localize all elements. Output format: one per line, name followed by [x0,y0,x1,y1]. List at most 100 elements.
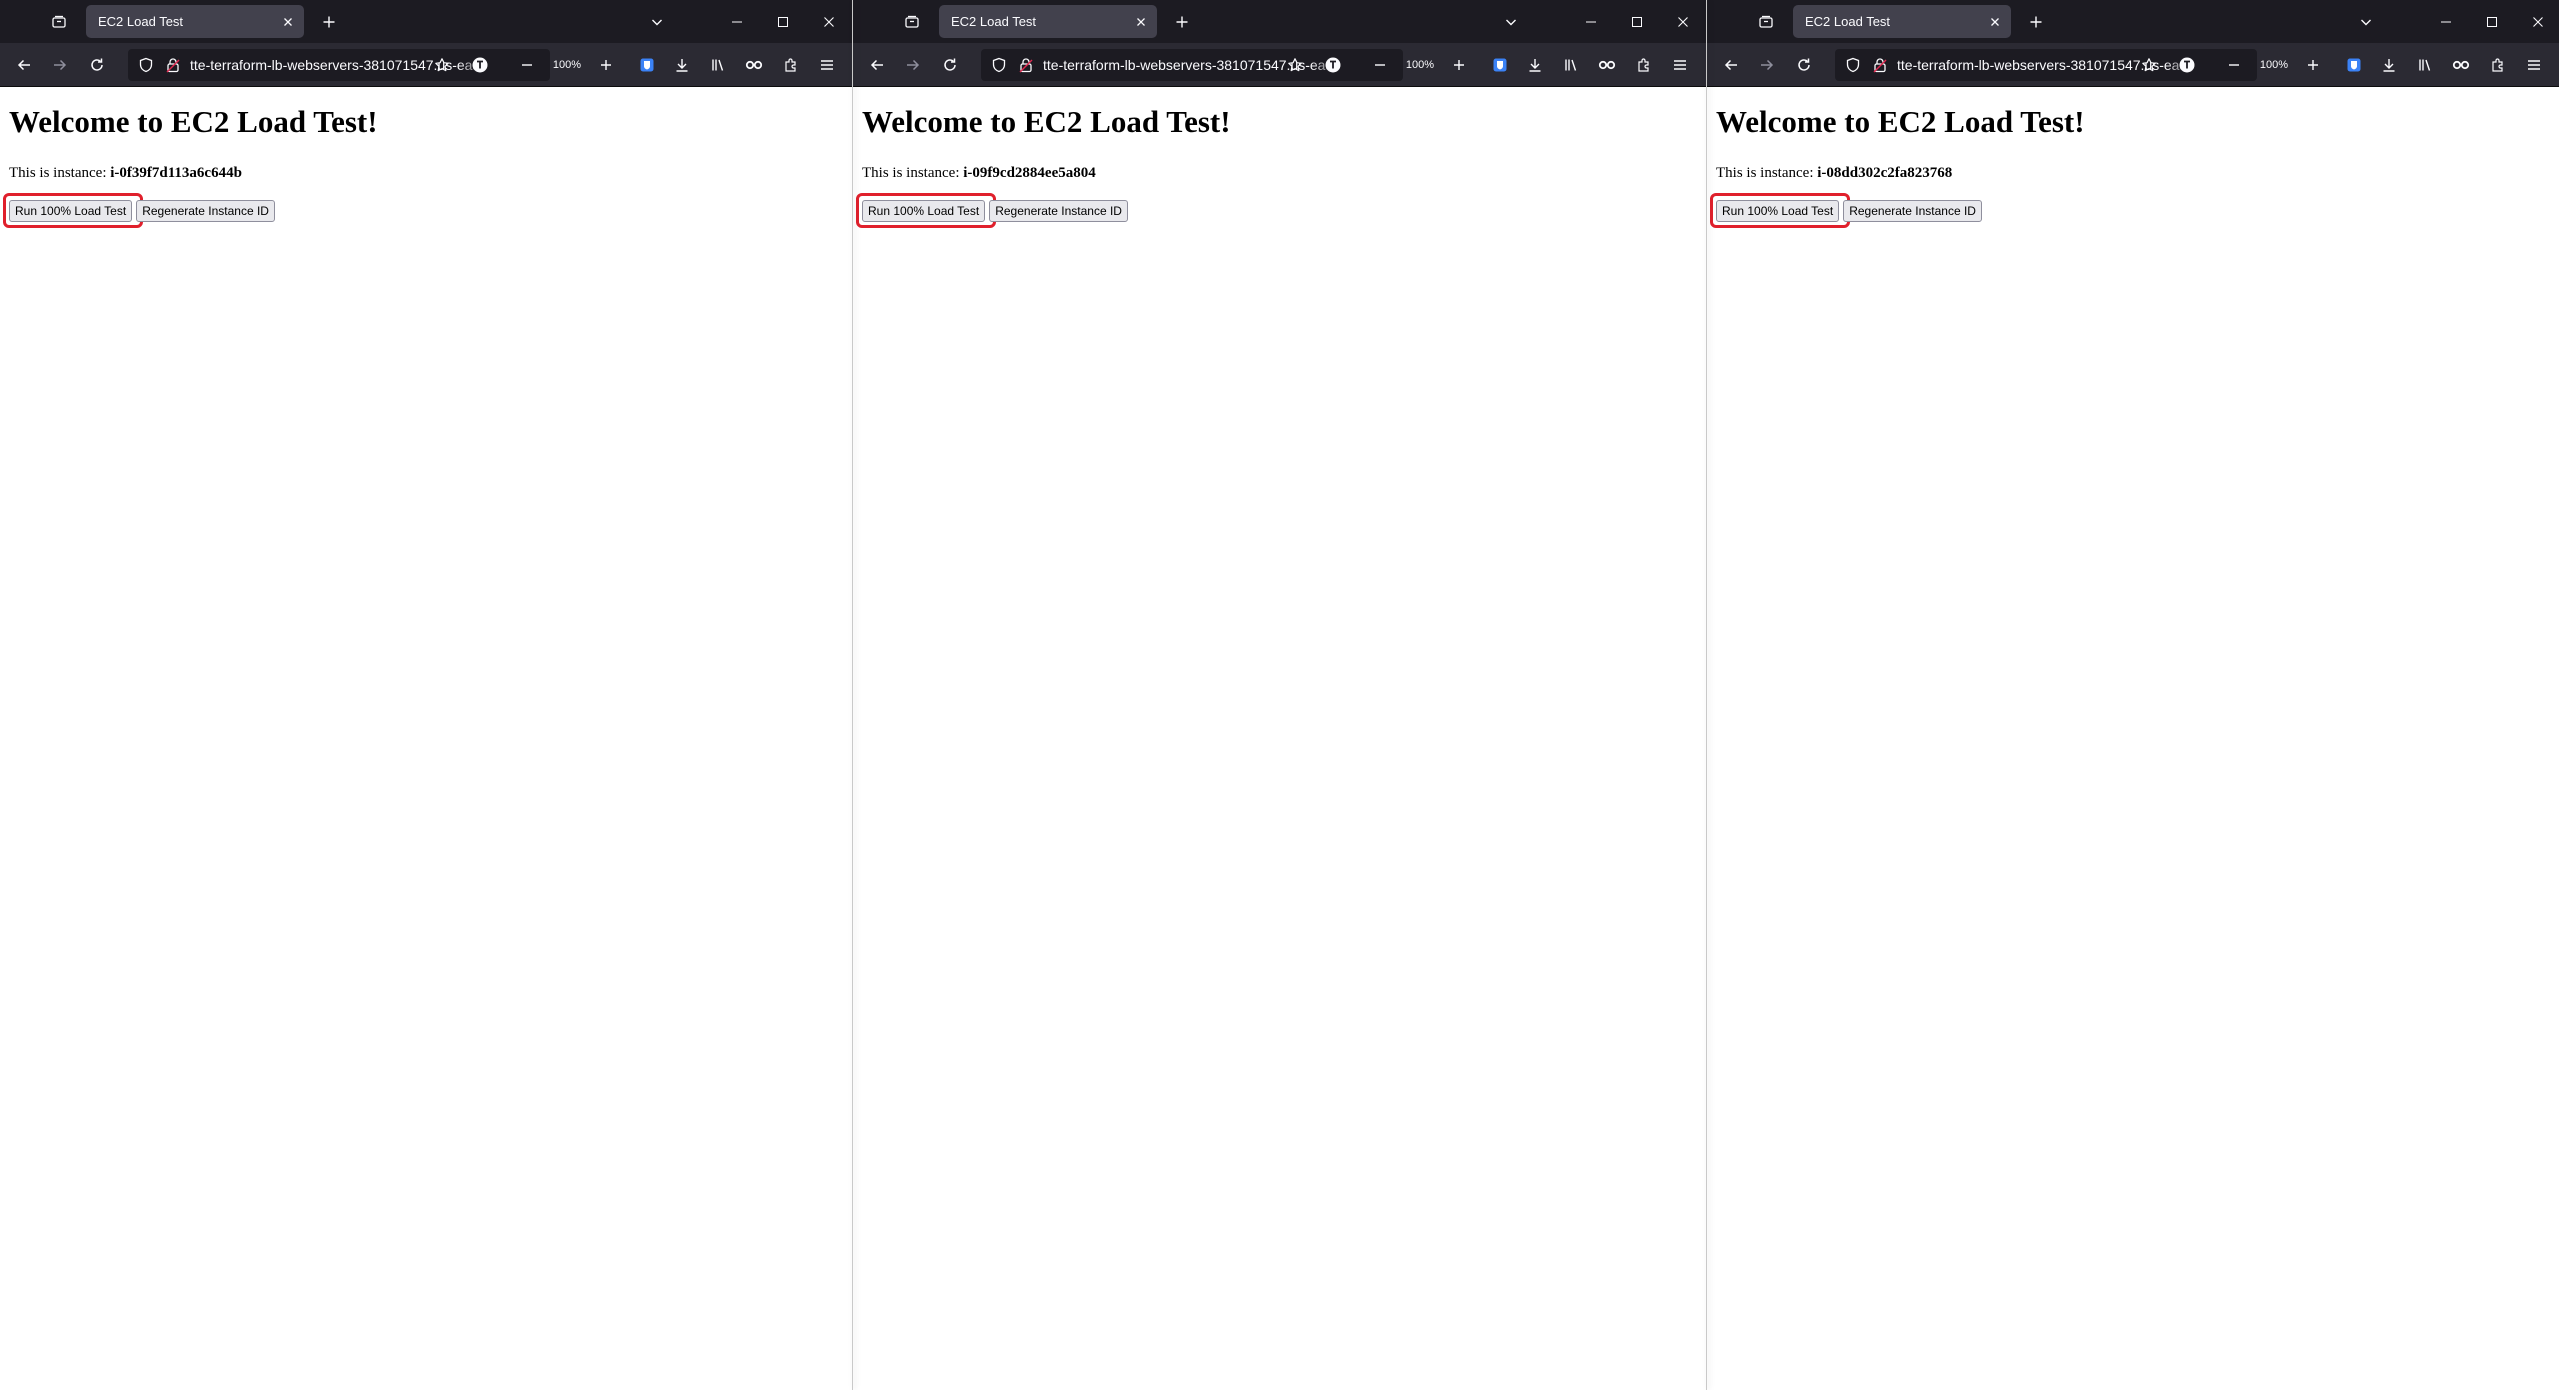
shield-icon[interactable] [990,56,1008,74]
reload-icon[interactable] [1790,51,1818,79]
mask-icon[interactable] [1593,51,1621,79]
minimize-icon[interactable] [1568,0,1614,43]
regenerate-instance-id-button[interactable]: Regenerate Instance ID [989,200,1128,222]
regenerate-instance-id-button[interactable]: Regenerate Instance ID [136,200,275,222]
tab-overview-icon[interactable] [1753,9,1779,35]
instance-id: i-09f9cd2884ee5a804 [963,165,1096,181]
browser-window-1: EC2 Load Test tte-terraform-lb-webserver… [0,0,852,1390]
url-bar[interactable]: tte-terraform-lb-webservers-381071547.us… [1835,49,2257,81]
extensions-icon[interactable] [2484,51,2512,79]
forward-icon[interactable] [46,51,74,79]
bitwarden-icon[interactable] [1486,51,1514,79]
translate-icon[interactable] [2178,56,2196,74]
close-icon[interactable] [2515,0,2559,43]
close-icon[interactable] [1983,10,2007,34]
translate-icon[interactable] [1324,56,1342,74]
close-icon[interactable] [1660,0,1706,43]
download-icon[interactable] [2375,51,2403,79]
tab-strip: EC2 Load Test [1707,0,2559,43]
lock-icon[interactable] [1871,56,1889,74]
zoom-in-icon[interactable] [592,51,620,79]
nav-bar: tte-terraform-lb-webservers-381071547.us… [0,43,852,87]
back-icon[interactable] [1717,51,1745,79]
tab-ec2-load-test[interactable]: EC2 Load Test [86,5,304,38]
instance-id: i-0f39f7d113a6c644b [110,165,242,181]
maximize-icon[interactable] [2469,0,2515,43]
tab-strip: EC2 Load Test [853,0,1706,43]
run-load-test-button[interactable]: Run 100% Load Test [1716,200,1840,222]
menu-icon[interactable] [2520,51,2548,79]
zoom-out-icon[interactable] [1366,51,1394,79]
tab-overview-icon[interactable] [899,9,925,35]
menu-icon[interactable] [813,51,841,79]
library-icon[interactable] [2411,51,2439,79]
tab-ec2-load-test[interactable]: EC2 Load Test [939,5,1157,38]
run-load-test-button[interactable]: Run 100% Load Test [9,200,133,222]
regenerate-instance-id-button[interactable]: Regenerate Instance ID [1843,200,1982,222]
reload-icon[interactable] [936,51,964,79]
plus-icon[interactable] [2023,9,2049,35]
star-icon[interactable] [2140,56,2158,74]
shield-icon[interactable] [137,56,155,74]
url-bar[interactable]: tte-terraform-lb-webservers-381071547.us… [128,49,550,81]
chevron-down-icon[interactable] [1498,9,1524,35]
library-icon[interactable] [704,51,732,79]
mask-icon[interactable] [2447,51,2475,79]
bitwarden-icon[interactable] [2340,51,2368,79]
lock-icon[interactable] [1017,56,1035,74]
run-load-test-button[interactable]: Run 100% Load Test [862,200,986,222]
close-icon[interactable] [1129,10,1153,34]
close-icon[interactable] [806,0,852,43]
library-icon[interactable] [1557,51,1585,79]
extensions-icon[interactable] [777,51,805,79]
maximize-icon[interactable] [760,0,806,43]
minimize-icon[interactable] [2423,0,2469,43]
zoom-level[interactable]: 100% [2256,55,2292,75]
back-icon[interactable] [10,51,38,79]
shield-icon[interactable] [1844,56,1862,74]
window-divider [1706,0,1707,1390]
zoom-level[interactable]: 100% [549,55,585,75]
forward-icon[interactable] [899,51,927,79]
plus-icon[interactable] [1169,9,1195,35]
url-bar[interactable]: tte-terraform-lb-webservers-381071547.us… [981,49,1403,81]
zoom-level[interactable]: 100% [1402,55,1438,75]
instance-line: This is instance: i-08dd302c2fa823768 [1716,164,1952,182]
star-icon[interactable] [433,56,451,74]
zoom-in-icon[interactable] [2299,51,2327,79]
chevron-down-icon[interactable] [2353,9,2379,35]
page-heading: Welcome to EC2 Load Test! [862,104,1231,139]
download-icon[interactable] [1521,51,1549,79]
maximize-icon[interactable] [1614,0,1660,43]
button-row: Run 100% Load Test Regenerate Instance I… [1716,200,1982,222]
bitwarden-icon[interactable] [633,51,661,79]
minimize-icon[interactable] [714,0,760,43]
close-icon[interactable] [276,10,300,34]
mask-icon[interactable] [740,51,768,79]
nav-bar: tte-terraform-lb-webservers-381071547.us… [853,43,1706,87]
zoom-out-icon[interactable] [513,51,541,79]
tab-title: EC2 Load Test [951,14,1037,29]
tab-ec2-load-test[interactable]: EC2 Load Test [1793,5,2011,38]
zoom-out-icon[interactable] [2220,51,2248,79]
star-icon[interactable] [1286,56,1304,74]
tab-overview-icon[interactable] [46,9,72,35]
page-heading: Welcome to EC2 Load Test! [9,104,378,139]
forward-icon[interactable] [1753,51,1781,79]
translate-icon[interactable] [471,56,489,74]
zoom-in-icon[interactable] [1445,51,1473,79]
back-icon[interactable] [863,51,891,79]
lock-icon[interactable] [164,56,182,74]
extensions-icon[interactable] [1630,51,1658,79]
chevron-down-icon[interactable] [644,9,670,35]
browser-window-3: EC2 Load Test tte-terraform-lb-webserver… [1707,0,2559,1390]
instance-line: This is instance: i-0f39f7d113a6c644b [9,164,242,182]
page-content: Welcome to EC2 Load Test! This is instan… [0,87,852,1390]
menu-icon[interactable] [1666,51,1694,79]
plus-icon[interactable] [316,9,342,35]
download-icon[interactable] [668,51,696,79]
instance-line: This is instance: i-09f9cd2884ee5a804 [862,164,1096,182]
window-divider [852,0,853,1390]
reload-icon[interactable] [83,51,111,79]
page-heading: Welcome to EC2 Load Test! [1716,104,2085,139]
